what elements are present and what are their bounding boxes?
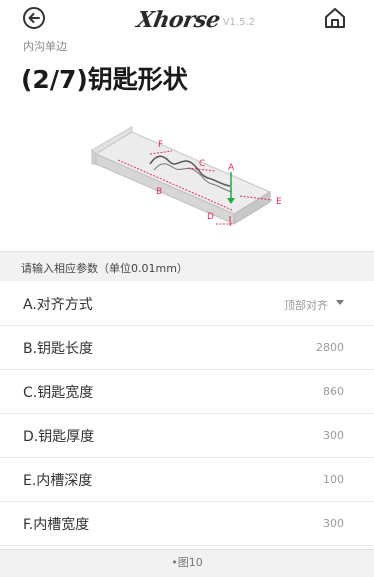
- param-label: B.钥匙长度: [23, 341, 94, 357]
- param-label: C.钥匙宽度: [23, 385, 94, 401]
- footer-bar: •图10: [0, 549, 374, 577]
- groove-depth-input[interactable]: 100: [323, 473, 344, 486]
- param-row-key-length[interactable]: B.钥匙长度 2800: [0, 326, 374, 370]
- page-subtitle: 内沟单边: [23, 40, 67, 53]
- key-thickness-input[interactable]: 300: [323, 429, 344, 442]
- dropdown-arrow-icon[interactable]: [336, 300, 344, 305]
- back-icon[interactable]: [22, 6, 46, 30]
- param-row-groove-depth[interactable]: E.内槽深度 100: [0, 458, 374, 502]
- figure-caption: •图10: [171, 556, 203, 569]
- dim-label-a: A: [228, 163, 235, 173]
- section-header-text: 请输入相应参数（单位0.01mm）: [21, 262, 188, 275]
- param-list: A.对齐方式 顶部对齐 B.钥匙长度 2800 C.钥匙宽度 860 D.钥匙厚…: [0, 282, 374, 546]
- param-label: F.内槽宽度: [23, 517, 90, 533]
- param-label: A.对齐方式: [23, 297, 93, 313]
- dim-label-c: C: [199, 159, 205, 169]
- dim-label-e: E: [276, 197, 282, 207]
- dim-label-f: F: [158, 140, 163, 150]
- param-row-key-width[interactable]: C.钥匙宽度 860: [0, 370, 374, 414]
- section-header: 请输入相应参数（单位0.01mm）: [0, 251, 374, 281]
- top-bar: Xhorse V1.5.2: [0, 0, 374, 36]
- groove-width-input[interactable]: 300: [323, 517, 344, 530]
- dim-label-b: B: [156, 187, 162, 197]
- app-version: V1.5.2: [222, 17, 256, 28]
- key-shape-diagram: F C B A E D: [91, 126, 282, 226]
- page-title: (2/7)钥匙形状: [21, 65, 188, 94]
- param-row-alignment[interactable]: A.对齐方式 顶部对齐: [0, 282, 374, 326]
- param-row-groove-width[interactable]: F.内槽宽度 300: [0, 502, 374, 546]
- home-icon[interactable]: [322, 5, 348, 31]
- brand-logo: Xhorse: [134, 7, 223, 33]
- param-label: E.内槽深度: [23, 473, 93, 489]
- key-length-input[interactable]: 2800: [316, 341, 344, 354]
- alignment-select-value[interactable]: 顶部对齐: [284, 297, 328, 313]
- brand: Xhorse V1.5.2: [134, 6, 256, 33]
- key-width-input[interactable]: 860: [323, 385, 344, 398]
- param-row-key-thickness[interactable]: D.钥匙厚度 300: [0, 414, 374, 458]
- param-label: D.钥匙厚度: [23, 429, 95, 445]
- dim-label-d: D: [207, 212, 214, 222]
